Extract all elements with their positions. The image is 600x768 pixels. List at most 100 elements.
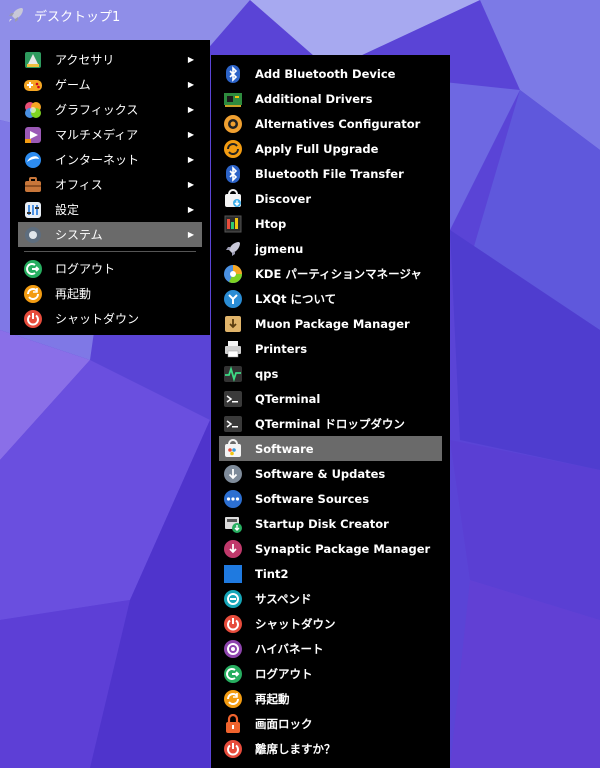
bluetooth-icon: [226, 164, 240, 183]
hibernate-icon: [224, 639, 242, 658]
session-item-0[interactable]: ログアウト: [18, 256, 202, 281]
system-item-27[interactable]: 離席しますか？: [219, 736, 442, 761]
system-item-lxqt[interactable]: LXQt について: [219, 286, 442, 311]
lock-icon: [226, 713, 240, 733]
menu-item-label: マルチメディア: [55, 128, 139, 142]
system-item-bluetooth-file-transfer[interactable]: Bluetooth File Transfer: [219, 161, 442, 186]
terminal-icon: [224, 390, 242, 407]
main-menu-item-1[interactable]: ゲーム ▶: [18, 72, 202, 97]
system-item-22[interactable]: シャットダウン: [219, 611, 442, 636]
system-item-startup-disk-creator[interactable]: Startup Disk Creator: [219, 511, 442, 536]
session-item-1[interactable]: 再起動: [18, 281, 202, 306]
main-menu-item-6[interactable]: 設定 ▶: [18, 197, 202, 222]
terminal-icon: [224, 415, 242, 432]
system-item-25[interactable]: 再起動: [219, 686, 442, 711]
system-item-alternatives-configurator[interactable]: Alternatives Configurator: [219, 111, 442, 136]
desktop-title: デスクトップ1: [34, 9, 121, 25]
menu-item-label: システム: [55, 228, 103, 242]
submenu-arrow-icon: ▶: [187, 180, 194, 189]
rocket-icon[interactable]: [6, 5, 26, 25]
system-item-software-updates[interactable]: Software & Updates: [219, 461, 442, 486]
system-item-printers[interactable]: Printers: [219, 336, 442, 361]
settings-icon: [25, 201, 41, 218]
system-item-23[interactable]: ハイバネート: [219, 636, 442, 661]
system-item-synaptic-package-manager[interactable]: Synaptic Package Manager: [219, 536, 442, 561]
system-item-21[interactable]: サスペンド: [219, 586, 442, 611]
system-submenu: Add Bluetooth Device Additional Drivers Al…: [211, 55, 450, 768]
system-item-add-bluetooth-device[interactable]: Add Bluetooth Device: [219, 61, 442, 86]
menu-item-label: qps: [255, 366, 279, 381]
menu-item-label: Synaptic Package Manager: [255, 541, 431, 556]
shutdown-icon: [24, 309, 42, 328]
menu-item-label: Software Sources: [255, 491, 370, 506]
menu-item-label: Muon Package Manager: [255, 316, 410, 331]
system-item-apply-full-upgrade[interactable]: Apply Full Upgrade: [219, 136, 442, 161]
main-menu-item-7[interactable]: システム ▶: [18, 222, 202, 247]
menu-item-label: Htop: [255, 216, 287, 231]
submenu-arrow-icon: ▶: [187, 130, 194, 139]
menu-item-label: KDE パーティションマネージャ: [255, 266, 422, 281]
submenu-arrow-icon: ▶: [187, 55, 194, 64]
internet-icon: [25, 151, 41, 168]
system-item-jgmenu[interactable]: jgmenu: [219, 236, 442, 261]
menu-item-label: 設定: [55, 203, 80, 217]
htop-icon: [224, 215, 242, 232]
session-item-2[interactable]: シャットダウン: [18, 306, 202, 331]
menu-item-label: Discover: [255, 191, 312, 206]
menu-item-label: Printers: [255, 341, 308, 356]
drivers-card-icon: [224, 92, 242, 107]
software-updates-icon: [224, 464, 242, 483]
menu-item-label: 再起動: [255, 691, 290, 706]
menu-item-label: インターネット: [55, 153, 140, 167]
menu-item-label: シャットダウン: [55, 312, 140, 326]
menu-item-label: Bluetooth File Transfer: [255, 166, 404, 181]
startup-disk-icon: [225, 516, 242, 533]
menu-item-label: Alternatives Configurator: [255, 116, 421, 131]
main-menu-item-5[interactable]: オフィス ▶: [18, 172, 202, 197]
menu-item-label: グラフィックス: [55, 103, 139, 117]
qps-monitor-icon: [224, 365, 242, 382]
system-item-discover[interactable]: Discover: [219, 186, 442, 211]
alternatives-icon: [224, 114, 242, 133]
system-item-tint2[interactable]: Tint2: [219, 561, 442, 586]
main-menu-item-0[interactable]: アクセサリ ▶: [18, 47, 202, 72]
menu-item-label: QTerminal: [255, 391, 321, 406]
submenu-arrow-icon: ▶: [187, 205, 194, 214]
system-item-htop[interactable]: Htop: [219, 211, 442, 236]
system-icon: [25, 226, 41, 243]
partition-icon: [224, 264, 242, 283]
upgrade-icon: [224, 139, 242, 158]
logout-icon: [224, 664, 242, 683]
reboot-icon: [224, 689, 242, 708]
system-item-software-sources[interactable]: Software Sources: [219, 486, 442, 511]
system-item-software[interactable]: Software: [219, 436, 442, 461]
bluetooth-icon: [226, 64, 240, 83]
system-item-qterminal[interactable]: QTerminal ドロップダウン: [219, 411, 442, 436]
synaptic-icon: [224, 539, 242, 558]
discover-icon: [225, 188, 241, 207]
menu-item-label: QTerminal ドロップダウン: [255, 416, 405, 431]
main-menu-item-2[interactable]: グラフィックス ▶: [18, 97, 202, 122]
menu-item-label: Apply Full Upgrade: [255, 141, 379, 156]
software-store-icon: [225, 438, 241, 457]
main-menu-item-4[interactable]: インターネット ▶: [18, 147, 202, 172]
package-box-icon: [225, 315, 241, 332]
menu-separator: [24, 251, 196, 252]
menu-item-label: 再起動: [55, 287, 92, 301]
system-item-additional-drivers[interactable]: Additional Drivers: [219, 86, 442, 111]
system-item-muon-package-manager[interactable]: Muon Package Manager: [219, 311, 442, 336]
multimedia-icon: [25, 126, 41, 143]
system-item-qterminal[interactable]: QTerminal: [219, 386, 442, 411]
logout-icon: [24, 259, 42, 278]
main-menu-item-3[interactable]: マルチメディア ▶: [18, 122, 202, 147]
menu-item-label: サスペンド: [255, 591, 312, 606]
system-item-qps[interactable]: qps: [219, 361, 442, 386]
system-item-26[interactable]: 画面ロック: [219, 711, 442, 736]
menu-item-label: Additional Drivers: [255, 91, 373, 106]
menu-item-label: LXQt について: [255, 291, 337, 306]
system-item-kde[interactable]: KDE パーティションマネージャ: [219, 261, 442, 286]
menu-item-label: Software & Updates: [255, 466, 386, 481]
tint2-icon: [224, 564, 242, 583]
accessories-icon: [25, 51, 41, 68]
system-item-24[interactable]: ログアウト: [219, 661, 442, 686]
